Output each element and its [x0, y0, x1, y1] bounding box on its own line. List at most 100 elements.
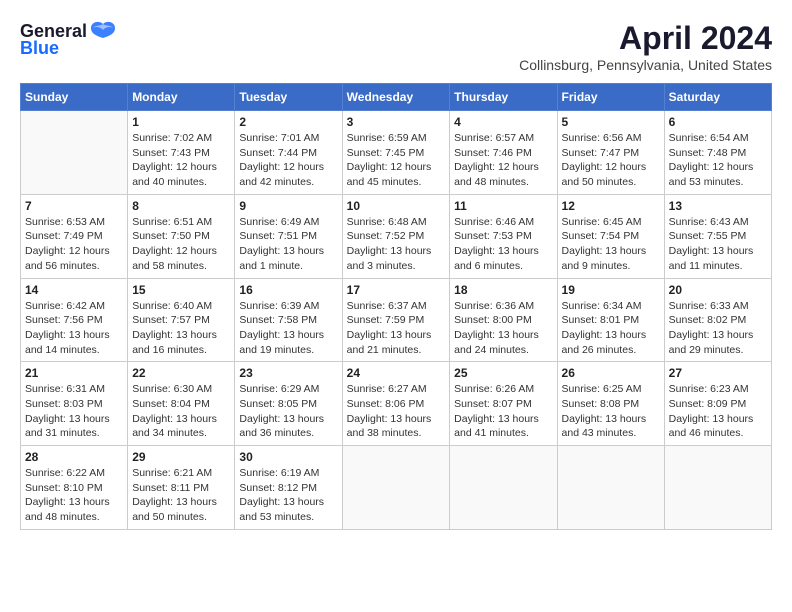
day-info-line: Daylight: 13 hours: [454, 245, 539, 257]
day-number: 25: [454, 366, 552, 380]
day-info-line: Daylight: 12 hours: [25, 245, 110, 257]
day-info-line: Sunset: 8:01 PM: [562, 314, 640, 326]
day-info-line: Daylight: 13 hours: [239, 496, 324, 508]
day-info-line: Sunset: 7:44 PM: [239, 147, 317, 159]
day-info-line: Sunrise: 6:53 AM: [25, 216, 105, 228]
day-info-line: and 34 minutes.: [132, 427, 207, 439]
day-info-line: Daylight: 12 hours: [132, 245, 217, 257]
calendar-week-row: 1Sunrise: 7:02 AMSunset: 7:43 PMDaylight…: [21, 111, 772, 195]
calendar-cell: 16Sunrise: 6:39 AMSunset: 7:58 PMDayligh…: [235, 278, 342, 362]
day-info-line: Sunrise: 6:56 AM: [562, 132, 642, 144]
day-info-line: Sunset: 8:09 PM: [669, 398, 747, 410]
day-number: 15: [132, 283, 230, 297]
location-text: Collinsburg, Pennsylvania, United States: [519, 57, 772, 73]
day-info-line: Daylight: 12 hours: [239, 161, 324, 173]
day-info-line: Sunrise: 6:57 AM: [454, 132, 534, 144]
day-number: 23: [239, 366, 337, 380]
calendar-cell: 5Sunrise: 6:56 AMSunset: 7:47 PMDaylight…: [557, 111, 664, 195]
day-info-line: Daylight: 13 hours: [132, 413, 217, 425]
day-info-line: Sunrise: 6:36 AM: [454, 300, 534, 312]
day-info-line: Daylight: 13 hours: [239, 329, 324, 341]
day-info-line: Sunrise: 6:45 AM: [562, 216, 642, 228]
day-number: 1: [132, 115, 230, 129]
calendar-cell: 4Sunrise: 6:57 AMSunset: 7:46 PMDaylight…: [450, 111, 557, 195]
day-number: 10: [347, 199, 446, 213]
day-info-line: Sunset: 7:53 PM: [454, 230, 532, 242]
day-info-line: and 24 minutes.: [454, 344, 529, 356]
day-info-line: Sunrise: 6:40 AM: [132, 300, 212, 312]
day-info: Sunrise: 7:01 AMSunset: 7:44 PMDaylight:…: [239, 131, 337, 190]
day-info-line: and 48 minutes.: [25, 511, 100, 523]
day-info-line: and 58 minutes.: [132, 260, 207, 272]
weekday-header-tuesday: Tuesday: [235, 84, 342, 111]
calendar-cell: 25 Sunrise: 6:26 AMSunset: 8:07 PMDayligh…: [450, 362, 557, 446]
day-info-line: Sunset: 7:54 PM: [562, 230, 640, 242]
day-info-line: Sunrise: 6:48 AM: [347, 216, 427, 228]
day-number: 29: [132, 450, 230, 464]
day-info-line: Sunset: 7:46 PM: [454, 147, 532, 159]
day-number: 3: [347, 115, 446, 129]
day-info-line: Sunrise: 6:21 AM: [132, 467, 212, 479]
day-info-line: and 11 minutes.: [669, 260, 743, 272]
calendar-cell: 29Sunrise: 6:21 AMSunset: 8:11 PMDayligh…: [128, 446, 235, 530]
day-info-line: and 21 minutes.: [347, 344, 422, 356]
calendar-cell: 30Sunrise: 6:19 AMSunset: 8:12 PMDayligh…: [235, 446, 342, 530]
day-info-line: Daylight: 13 hours: [132, 329, 217, 341]
day-info: Sunrise: 6:39 AMSunset: 7:58 PMDaylight:…: [239, 299, 337, 358]
day-number: 7: [25, 199, 123, 213]
day-info: Sunrise: 6:26 AMSunset: 8:07 PMDaylight:…: [454, 382, 552, 441]
day-info-line: Sunset: 8:11 PM: [132, 482, 209, 494]
day-info-line: Sunrise: 6:31 AM: [25, 383, 105, 395]
day-number: 24: [347, 366, 446, 380]
day-number: 19: [562, 283, 660, 297]
day-info: Sunrise: 6:30 AMSunset: 8:04 PMDaylight:…: [132, 382, 230, 441]
day-info: Sunrise: 6:29 AMSunset: 8:05 PMDaylight:…: [239, 382, 337, 441]
day-info-line: Daylight: 13 hours: [669, 245, 754, 257]
day-info: Sunrise: 6:56 AMSunset: 7:47 PMDaylight:…: [562, 131, 660, 190]
page-header: General Blue April 2024 Collinsburg, Pen…: [20, 20, 772, 73]
day-info: Sunrise: 6:33 AMSunset: 8:02 PMDaylight:…: [669, 299, 767, 358]
day-info-line: and 38 minutes.: [347, 427, 422, 439]
calendar-cell: [664, 446, 771, 530]
day-info-line: and 56 minutes.: [25, 260, 100, 272]
day-info-line: Sunrise: 6:25 AM: [562, 383, 642, 395]
day-info: Sunrise: 6:27 AMSunset: 8:06 PMDaylight:…: [347, 382, 446, 441]
day-info-line: Sunset: 7:45 PM: [347, 147, 425, 159]
day-info-line: Daylight: 13 hours: [669, 413, 754, 425]
weekday-header-thursday: Thursday: [450, 84, 557, 111]
day-info-line: and 26 minutes.: [562, 344, 637, 356]
day-number: 17: [347, 283, 446, 297]
day-number: 11: [454, 199, 552, 213]
calendar-week-row: 28Sunrise: 6:22 AMSunset: 8:10 PMDayligh…: [21, 446, 772, 530]
calendar-cell: 28Sunrise: 6:22 AMSunset: 8:10 PMDayligh…: [21, 446, 128, 530]
day-info: Sunrise: 6:31 AMSunset: 8:03 PMDaylight:…: [25, 382, 123, 441]
day-info: Sunrise: 6:40 AM Sunset: 7:57 PM Daylight:…: [132, 299, 230, 358]
day-info: Sunrise: 6:49 AMSunset: 7:51 PMDaylight:…: [239, 215, 337, 274]
weekday-header-row: SundayMondayTuesdayWednesdayThursdayFrid…: [21, 84, 772, 111]
calendar-cell: 17Sunrise: 6:37 AMSunset: 7:59 PMDayligh…: [342, 278, 450, 362]
calendar-cell: 7 Sunrise: 6:53 AMSunset: 7:49 PMDaylight…: [21, 194, 128, 278]
calendar-cell: 8Sunrise: 6:51 AMSunset: 7:50 PMDaylight…: [128, 194, 235, 278]
day-info: Sunrise: 6:57 AMSunset: 7:46 PMDaylight:…: [454, 131, 552, 190]
calendar-cell: 11Sunrise: 6:46 AMSunset: 7:53 PMDayligh…: [450, 194, 557, 278]
day-info-line: and 29 minutes.: [669, 344, 744, 356]
day-info-line: Sunset: 7:57 PM: [132, 314, 210, 326]
day-number: 9: [239, 199, 337, 213]
day-info-line: Sunrise: 6:54 AM: [669, 132, 749, 144]
day-info-line: and 1 minute.: [239, 260, 303, 272]
calendar-cell: 27Sunrise: 6:23 AMSunset: 8:09 PMDayligh…: [664, 362, 771, 446]
calendar-cell: 18Sunrise: 6:36 AMSunset: 8:00 PMDayligh…: [450, 278, 557, 362]
day-info: Sunrise: 6:19 AMSunset: 8:12 PMDaylight:…: [239, 466, 337, 525]
day-info-line: Sunset: 8:05 PM: [239, 398, 317, 410]
day-info-line: Sunrise: 7:02 AM: [132, 132, 212, 144]
day-info-line: Sunset: 8:00 PM: [454, 314, 532, 326]
day-info-line: and 43 minutes.: [562, 427, 637, 439]
day-info-line: Sunrise: 6:30 AM: [132, 383, 212, 395]
calendar-cell: 10Sunrise: 6:48 AMSunset: 7:52 PMDayligh…: [342, 194, 450, 278]
day-info: Sunrise: 6:53 AMSunset: 7:49 PMDaylight:…: [25, 215, 123, 274]
day-info-line: Sunrise: 6:37 AM: [347, 300, 427, 312]
day-number: 22: [132, 366, 230, 380]
calendar-table: SundayMondayTuesdayWednesdayThursdayFrid…: [20, 83, 772, 530]
day-info-line: and 40 minutes.: [132, 176, 207, 188]
day-info-line: and 16 minutes.: [132, 344, 207, 356]
